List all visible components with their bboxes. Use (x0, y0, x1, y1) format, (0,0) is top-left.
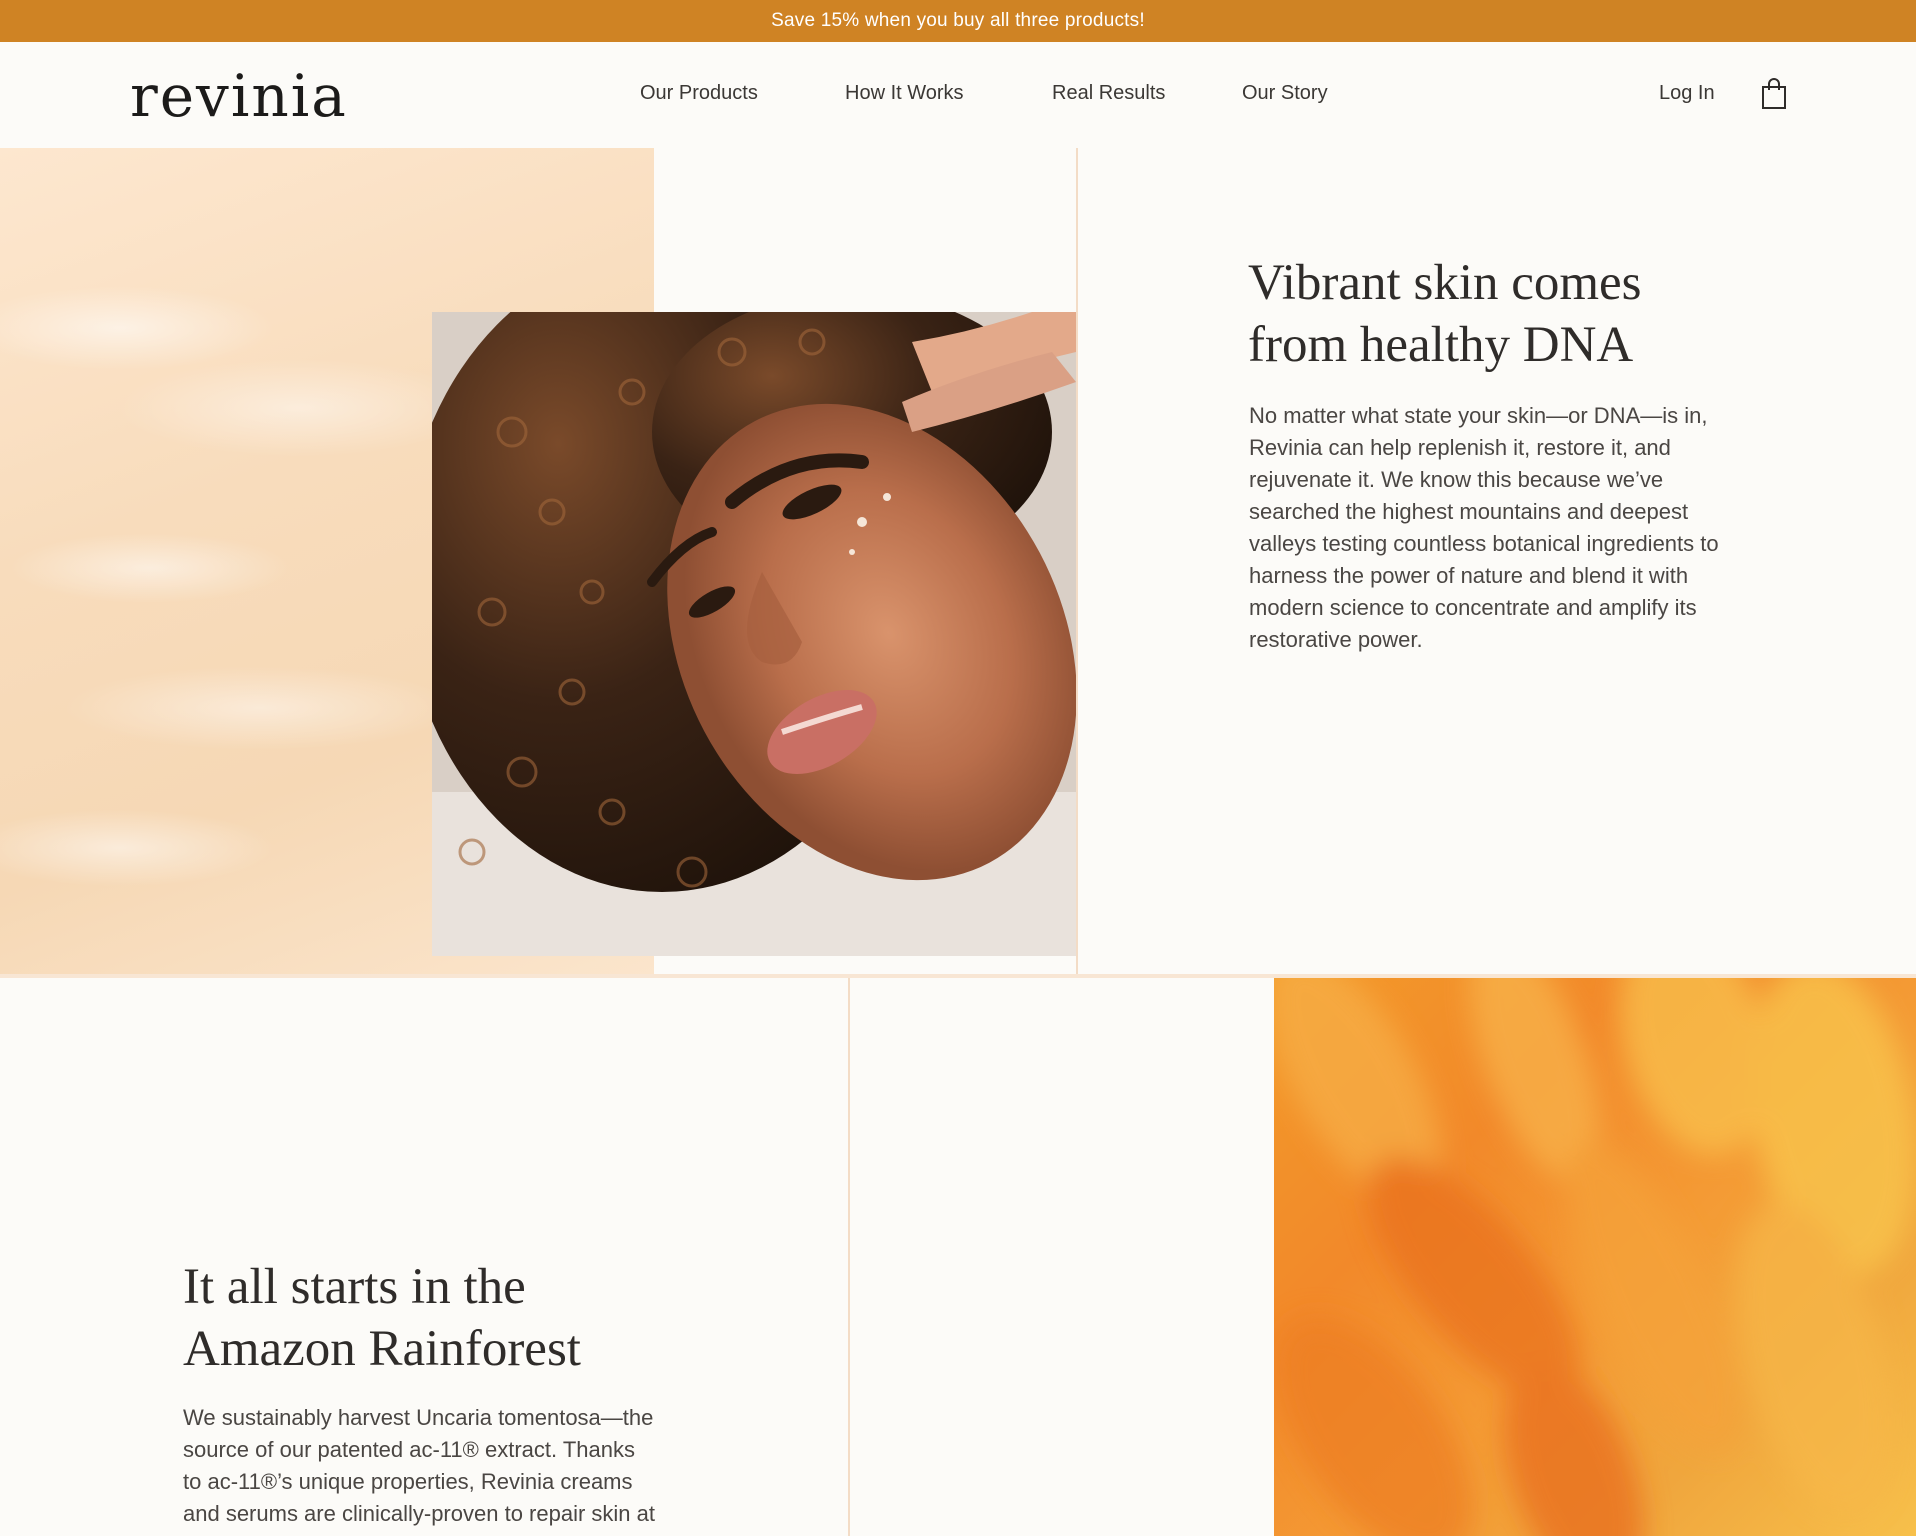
section2-body-line: to ac-11®’s unique properties, Revinia c… (183, 1469, 633, 1494)
nav-our-story[interactable]: Our Story (1242, 82, 1328, 105)
section1-body: No matter what state your skin—or DNA—is… (1249, 400, 1719, 656)
section2-headline: It all starts in the Amazon Rainforest (183, 1256, 581, 1380)
nav-our-products[interactable]: Our Products (640, 82, 758, 105)
section2-headline-line2: Amazon Rainforest (183, 1321, 581, 1377)
section2-body-line: and serums are clinically-proven to repa… (183, 1501, 655, 1526)
cart-button[interactable] (1760, 78, 1788, 110)
section1-headline-line2: from healthy DNA (1248, 317, 1634, 373)
section1-body-line: modern science to concentrate and amplif… (1249, 595, 1697, 620)
section1-body-line: valleys testing countless botanical ingr… (1249, 531, 1719, 556)
section1-body-line: harness the power of nature and blend it… (1249, 563, 1689, 588)
section1-body-line: rejuvenate it. We know this because we’v… (1249, 467, 1664, 492)
section-divider (1076, 148, 1078, 976)
section2-body-line: We sustainably harvest Uncaria tomentosa… (183, 1405, 654, 1430)
promo-banner[interactable]: Save 15% when you buy all three products… (0, 0, 1916, 42)
section1-body-line: searched the highest mountains and deepe… (1249, 499, 1689, 524)
nav-real-results[interactable]: Real Results (1052, 82, 1165, 105)
section1-body-line: Revinia can help replenish it, restore i… (1249, 435, 1671, 460)
section1-body-line: No matter what state your skin—or DNA—is… (1249, 403, 1708, 428)
section1-headline-line1: Vibrant skin comes (1248, 255, 1642, 311)
section2-body: We sustainably harvest Uncaria tomentosa… (183, 1402, 655, 1530)
shopping-bag-icon (1762, 78, 1786, 109)
login-link[interactable]: Log In (1659, 82, 1715, 105)
section-divider (848, 978, 850, 1536)
nav-how-it-works[interactable]: How It Works (845, 82, 964, 105)
section2-body-line: source of our patented ac-11® extract. T… (183, 1437, 635, 1462)
brand-logo[interactable]: revinia (130, 62, 348, 130)
site-header: revinia Our Products How It Works Real R… (0, 42, 1916, 148)
section2-headline-line1: It all starts in the (183, 1259, 526, 1315)
section1-headline: Vibrant skin comes from healthy DNA (1248, 252, 1642, 376)
model-portrait-image (432, 312, 1076, 956)
orange-botanical-image (1274, 978, 1916, 1536)
section1-body-line: restorative power. (1249, 627, 1423, 652)
page: Save 15% when you buy all three products… (0, 0, 1916, 1536)
promo-text: Save 15% when you buy all three products… (771, 10, 1145, 31)
